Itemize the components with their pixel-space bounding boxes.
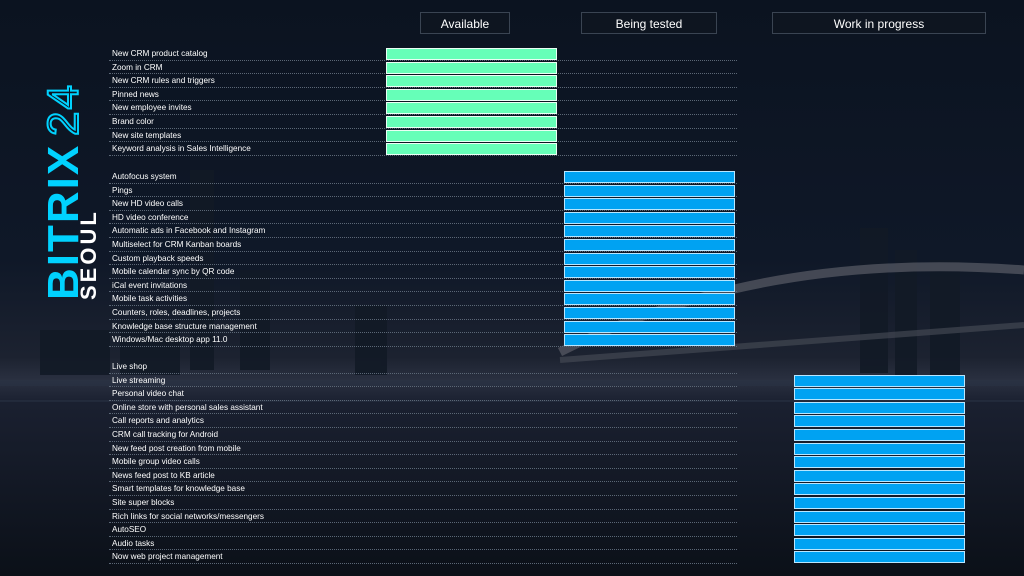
feature-label: Pinned news xyxy=(112,89,159,99)
feature-label: Now web project management xyxy=(112,552,223,562)
status-bar-wip xyxy=(794,374,965,387)
feature-label: Live streaming xyxy=(112,375,166,385)
status-bar-test xyxy=(564,225,735,238)
feature-label: HD video conference xyxy=(112,212,189,222)
status-bar-wip xyxy=(794,497,965,509)
feature-row: Site super blocks xyxy=(109,496,737,510)
status-bar-avail xyxy=(386,88,557,101)
feature-row: Now web project management xyxy=(109,550,737,564)
status-bar-avail xyxy=(386,75,557,88)
status-bar-test xyxy=(564,239,735,251)
status-bar-test xyxy=(564,279,735,292)
feature-label: Custom playback speeds xyxy=(112,253,204,263)
feature-label: Personal video chat xyxy=(112,389,184,399)
feature-label: iCal event invitations xyxy=(112,280,188,290)
feature-label: Mobile group video calls xyxy=(112,457,200,467)
status-bar-test xyxy=(564,307,735,319)
status-bar-test xyxy=(564,334,735,347)
status-bar-wip xyxy=(794,429,965,441)
feature-label: New feed post creation from mobile xyxy=(112,443,241,453)
feature-row: Live streaming xyxy=(109,374,737,388)
status-bar-avail xyxy=(386,129,557,142)
feature-label: Smart templates for knowledge base xyxy=(112,484,245,494)
column-header-work-in-progress: Work in progress xyxy=(772,12,986,34)
feature-label: CRM call tracking for Android xyxy=(112,430,219,439)
svg-text:SEOUL: SEOUL xyxy=(76,209,101,300)
status-bar-test xyxy=(564,171,735,183)
status-bar-wip xyxy=(794,551,965,564)
status-bar-avail xyxy=(386,102,557,115)
status-bar-wip xyxy=(794,401,965,414)
feature-label: Knowledge base structure management xyxy=(112,321,257,331)
status-bar-avail xyxy=(386,61,557,74)
feature-label: Zoom in CRM xyxy=(112,62,163,72)
feature-row: CRM call tracking for Android xyxy=(109,428,737,442)
status-bar-test xyxy=(564,293,735,306)
feature-label: Keyword analysis in Sales Intelligence xyxy=(112,144,251,154)
feature-row: Rich links for social networks/messenger… xyxy=(109,510,737,524)
status-bar-avail xyxy=(386,143,557,156)
feature-label: Site super blocks xyxy=(112,498,175,507)
status-bar-wip xyxy=(794,456,965,469)
feature-label: Brand color xyxy=(112,117,154,126)
feature-row: Mobile group video calls xyxy=(109,455,737,469)
feature-label: New HD video calls xyxy=(112,199,183,209)
feature-label: New employee invites xyxy=(112,103,192,113)
feature-row: New feed post creation from mobile xyxy=(109,442,737,456)
status-bar-wip xyxy=(794,415,965,428)
feature-row: News feed post to KB article xyxy=(109,469,737,483)
status-bar-wip xyxy=(794,388,965,401)
status-bar-wip xyxy=(794,442,965,455)
feature-label: Counters, roles, deadlines, projects xyxy=(112,308,241,317)
feature-label: News feed post to KB article xyxy=(112,470,215,480)
feature-row: Online store with personal sales assista… xyxy=(109,401,737,415)
svg-text:24: 24 xyxy=(39,83,88,136)
feature-label: Windows/Mac desktop app 11.0 xyxy=(112,335,228,345)
feature-label: AutoSEO xyxy=(112,525,147,535)
status-bar-avail xyxy=(386,116,557,128)
status-bar-wip xyxy=(794,524,965,537)
feature-label: Mobile task activities xyxy=(112,294,188,304)
feature-label: Mobile calendar sync by QR code xyxy=(112,267,235,277)
status-bar-test xyxy=(564,320,735,333)
feature-label: Rich links for social networks/messenger… xyxy=(112,511,264,521)
feature-row: Smart templates for knowledge base xyxy=(109,482,737,496)
feature-label: New CRM rules and triggers xyxy=(112,76,215,86)
feature-label: Autofocus system xyxy=(112,172,177,181)
status-bar-test xyxy=(564,211,735,224)
feature-label: Online store with personal sales assista… xyxy=(112,402,263,412)
feature-label: Pings xyxy=(112,185,133,195)
status-bar-wip xyxy=(794,537,965,550)
status-bar-wip xyxy=(794,510,965,523)
status-bar-avail xyxy=(386,48,557,60)
feature-row: Personal video chat xyxy=(109,387,737,401)
feature-row: Call reports and analytics xyxy=(109,414,737,428)
column-header-being-tested: Being tested xyxy=(581,12,717,34)
seoul-subtitle: SEOUL xyxy=(76,209,101,300)
status-bar-test xyxy=(564,198,735,211)
feature-label: Live shop xyxy=(112,362,148,371)
feature-label: Multiselect for CRM Kanban boards xyxy=(112,240,242,249)
feature-row: Audio tasks xyxy=(109,537,737,551)
feature-label: New site templates xyxy=(112,130,182,140)
feature-label: New CRM product catalog xyxy=(112,49,208,58)
status-bar-wip xyxy=(794,483,965,496)
feature-label: Audio tasks xyxy=(112,538,155,548)
feature-label: Call reports and analytics xyxy=(112,416,204,426)
column-header-available: Available xyxy=(420,12,510,34)
status-bar-test xyxy=(564,252,735,265)
status-bar-test xyxy=(564,266,735,279)
feature-row: AutoSEO xyxy=(109,523,737,537)
status-bar-wip xyxy=(794,469,965,482)
feature-label: Automatic ads in Facebook and Instagram xyxy=(112,226,266,236)
feature-row: Live shop xyxy=(109,360,737,374)
status-bar-test xyxy=(564,184,735,197)
